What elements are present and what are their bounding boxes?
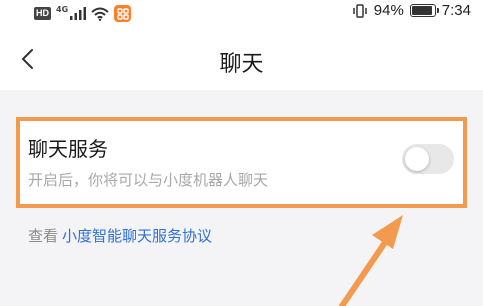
status-bar-left: HD 4G bbox=[34, 5, 132, 22]
chat-service-setting: 聊天服务 开启后，你将可以与小度机器人聊天 bbox=[16, 117, 467, 208]
wifi-icon bbox=[91, 7, 109, 21]
vibrate-icon bbox=[353, 3, 367, 18]
battery-icon bbox=[409, 4, 439, 17]
agreement-line: 查看 小度智能聊天服务协议 bbox=[28, 225, 212, 246]
status-bar-right: 94% 7:34 bbox=[352, 2, 471, 19]
chat-service-toggle[interactable] bbox=[402, 144, 454, 174]
hd-icon: HD bbox=[34, 7, 51, 20]
setting-title: 聊天服务 bbox=[28, 137, 108, 161]
network-type-label: 4G bbox=[56, 5, 69, 14]
setting-description: 开启后，你将可以与小度机器人聊天 bbox=[28, 171, 269, 189]
agreement-prefix: 查看 bbox=[28, 227, 59, 245]
app-notification-icon bbox=[114, 5, 132, 22]
page-header: 聊天 bbox=[0, 28, 483, 90]
signal-icon bbox=[70, 7, 87, 20]
battery-level-fill bbox=[411, 6, 433, 15]
status-bar: HD 4G 94% 7:34 bbox=[0, 0, 483, 28]
agreement-link[interactable]: 小度智能聊天服务协议 bbox=[62, 227, 212, 245]
status-time: 7:34 bbox=[441, 2, 471, 19]
toggle-knob bbox=[405, 147, 429, 171]
page-title: 聊天 bbox=[219, 52, 264, 77]
battery-percent: 94% bbox=[373, 2, 404, 19]
